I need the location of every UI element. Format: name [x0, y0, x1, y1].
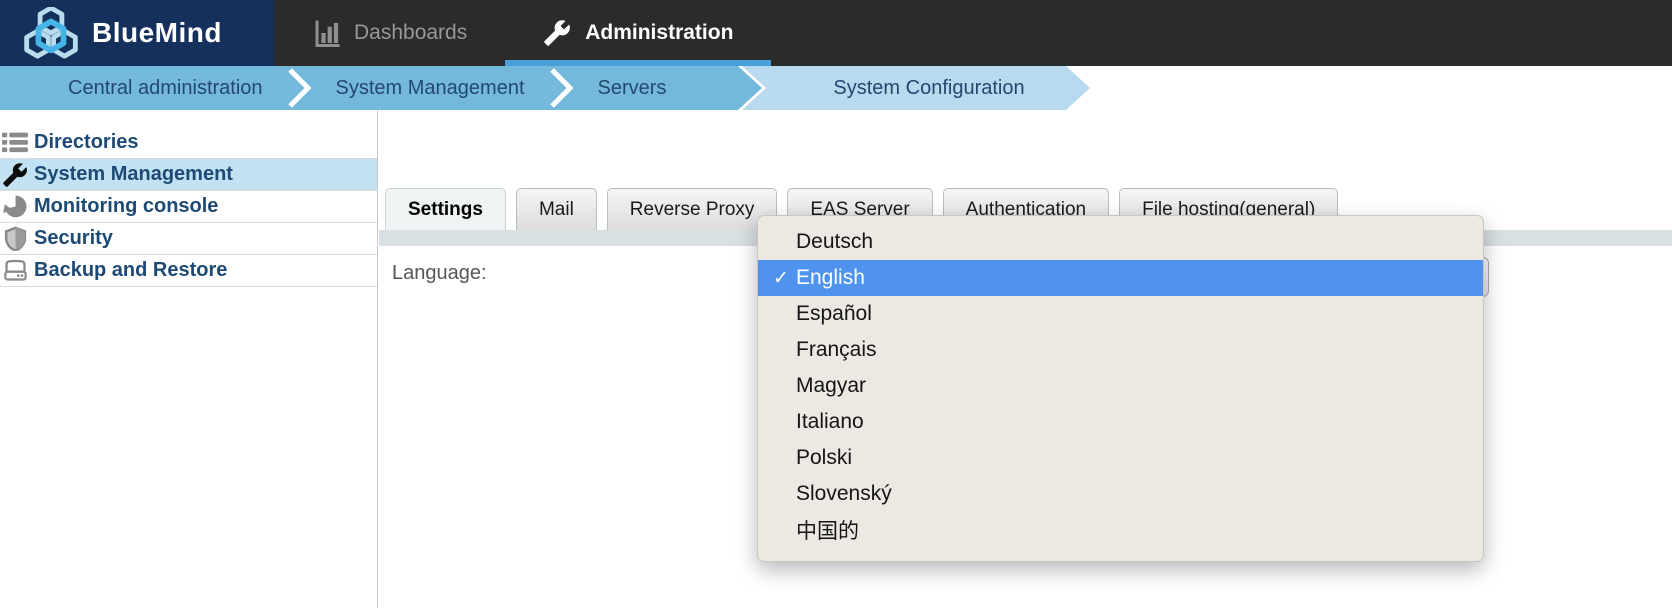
option-label: Magyar: [796, 374, 866, 398]
option-label: English: [796, 266, 865, 290]
checkmark-icon: ✓: [770, 267, 792, 290]
breadcrumb-system-management[interactable]: System Management: [336, 77, 525, 100]
language-option-espanol[interactable]: ✓ Español: [758, 296, 1483, 332]
brand-name: BlueMind: [92, 17, 222, 49]
option-label: Deutsch: [796, 230, 873, 254]
language-option-francais[interactable]: ✓ Français: [758, 332, 1483, 368]
nav-administration-label: Administration: [585, 21, 733, 45]
chevron-right-icon: [287, 68, 312, 108]
tab-settings[interactable]: Settings: [385, 188, 506, 230]
language-option-slovensky[interactable]: ✓ Slovenský: [758, 476, 1483, 512]
breadcrumb: Central administration System Management…: [0, 66, 1672, 110]
option-label: Polski: [796, 446, 852, 470]
main-content: Settings Mail Reverse Proxy EAS Server A…: [379, 110, 1672, 608]
nav-administration[interactable]: Administration: [505, 0, 771, 66]
directories-list-icon: [1, 129, 29, 157]
language-label: Language:: [392, 262, 487, 285]
sidebar-item-label: System Management: [34, 163, 233, 186]
option-label: Français: [796, 338, 877, 362]
bar-chart-icon: [312, 18, 342, 48]
language-option-english[interactable]: ✓ English: [758, 260, 1483, 296]
sidebar-item-label: Backup and Restore: [34, 259, 227, 282]
shield-icon: [1, 225, 29, 253]
tab-reverse-proxy[interactable]: Reverse Proxy: [607, 188, 778, 230]
breadcrumb-current-segment[interactable]: System Configuration: [742, 66, 1090, 110]
sidebar-item-directories[interactable]: Directories: [0, 127, 377, 159]
pie-chart-icon: [1, 193, 29, 221]
language-option-chinese[interactable]: ✓ 中国的: [758, 512, 1483, 548]
breadcrumb-servers[interactable]: Servers: [598, 77, 667, 100]
bluemind-admin-screen: BlueMind Dashboards: [0, 0, 1672, 608]
sidebar-item-label: Directories: [34, 131, 139, 154]
nav-dashboards-label: Dashboards: [354, 21, 467, 45]
top-navigation: Dashboards Administration: [274, 0, 771, 66]
language-option-polski[interactable]: ✓ Polski: [758, 440, 1483, 476]
bluemind-hexagons-icon: [20, 7, 82, 59]
sidebar-item-monitoring-console[interactable]: Monitoring console: [0, 191, 377, 223]
sidebar-item-system-management[interactable]: System Management: [0, 159, 377, 191]
breadcrumb-central-administration[interactable]: Central administration: [68, 77, 263, 100]
breadcrumb-system-configuration: System Configuration: [833, 77, 1024, 100]
language-option-magyar[interactable]: ✓ Magyar: [758, 368, 1483, 404]
option-label: 中国的: [796, 515, 859, 545]
sidebar-item-security[interactable]: Security: [0, 223, 377, 255]
language-dropdown-menu: ✓ Deutsch ✓ English ✓ Español ✓ Français…: [757, 215, 1484, 562]
language-option-italiano[interactable]: ✓ Italiano: [758, 404, 1483, 440]
sidebar-item-label: Monitoring console: [34, 195, 218, 218]
sidebar-item-label: Security: [34, 227, 113, 250]
chevron-right-icon: [549, 68, 574, 108]
sidebar-item-backup-and-restore[interactable]: Backup and Restore: [0, 255, 377, 287]
sidebar-list: Directories System Management Monit: [0, 127, 377, 287]
wrench-icon: [1, 161, 29, 189]
option-label: Slovenský: [796, 482, 892, 506]
sidebar: Directories System Management Monit: [0, 110, 378, 608]
tab-mail[interactable]: Mail: [516, 188, 597, 230]
breadcrumb-band: Central administration System Management…: [0, 66, 762, 110]
option-label: Español: [796, 302, 872, 326]
wrench-icon: [543, 18, 573, 48]
bluemind-logo[interactable]: BlueMind: [0, 0, 274, 66]
nav-dashboards[interactable]: Dashboards: [274, 0, 505, 66]
hard-drive-icon: [1, 257, 29, 285]
top-bar: BlueMind Dashboards: [0, 0, 1672, 66]
language-option-deutsch[interactable]: ✓ Deutsch: [758, 224, 1483, 260]
option-label: Italiano: [796, 410, 864, 434]
